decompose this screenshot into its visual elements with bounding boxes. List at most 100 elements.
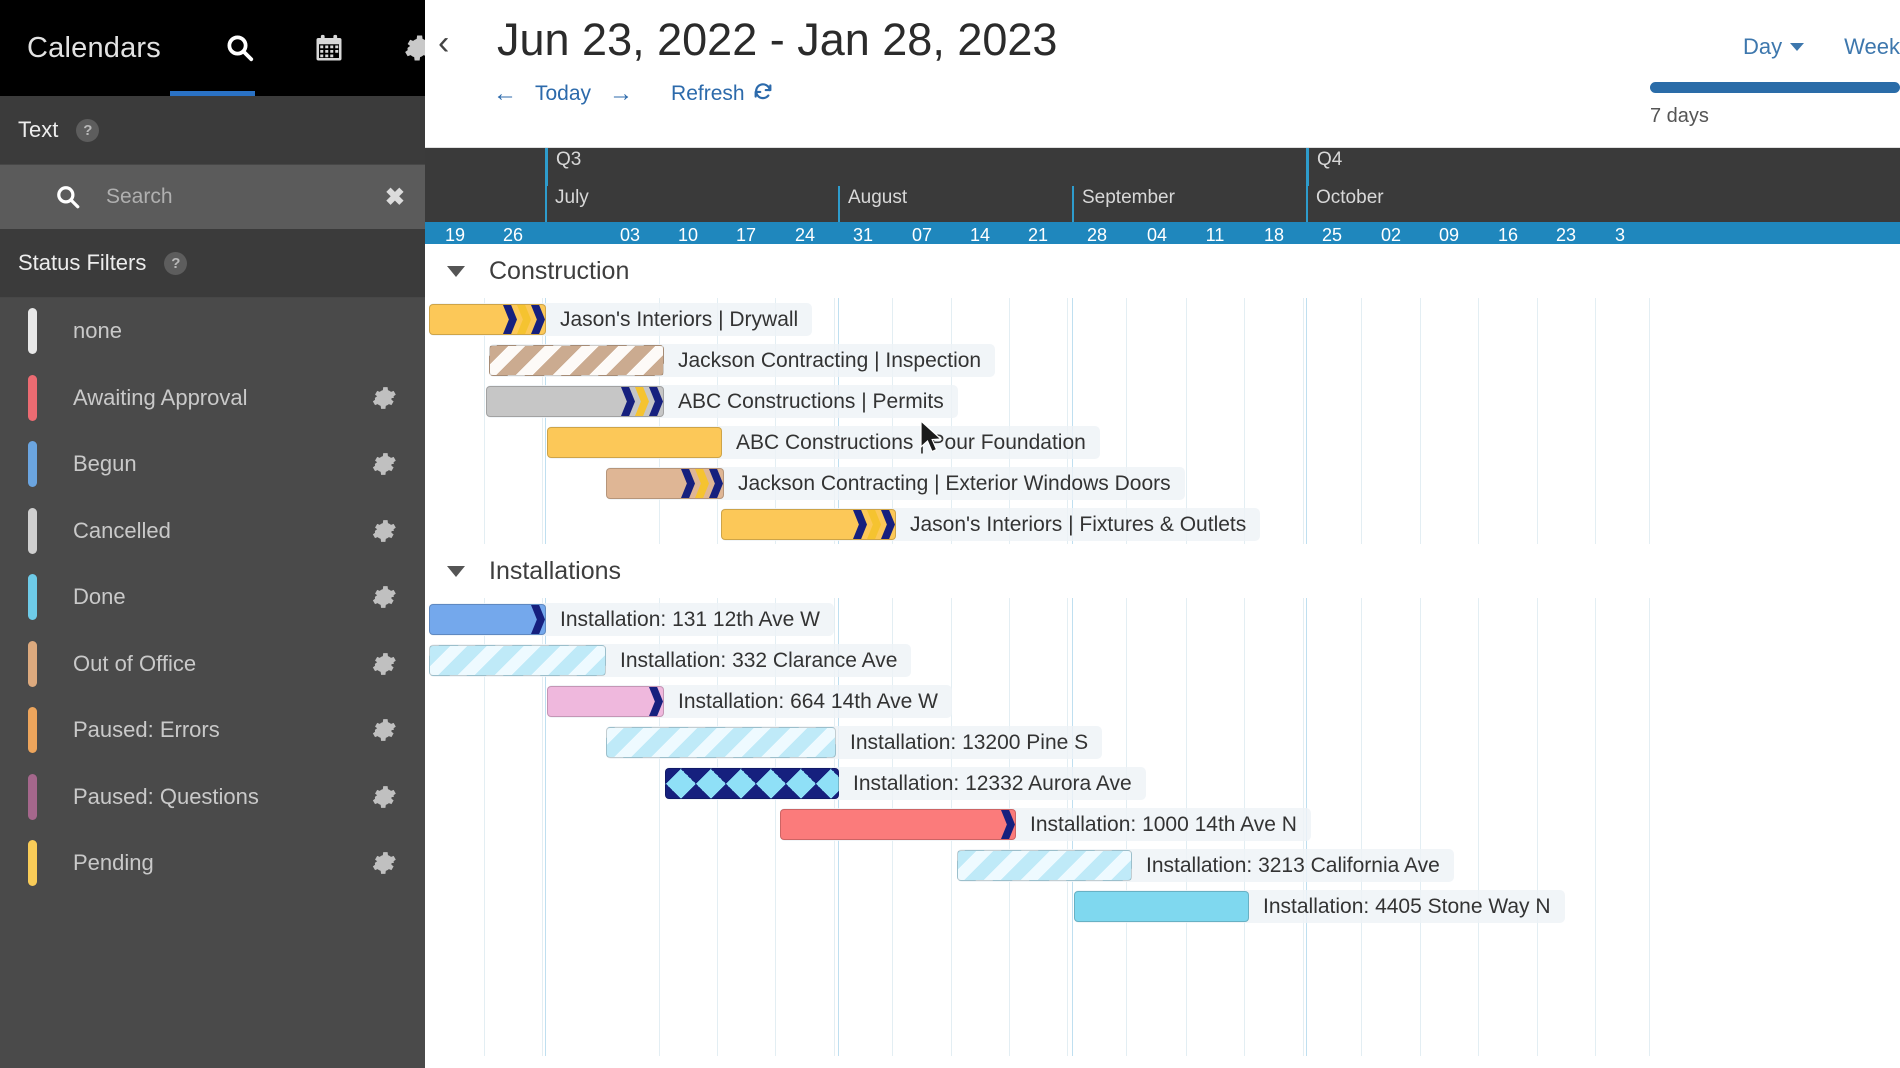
- gear-icon[interactable]: [371, 385, 397, 411]
- gantt-task-row[interactable]: Installation: 13200 Pine S: [425, 721, 1900, 762]
- gantt-task[interactable]: Jackson Contracting | Inspection: [489, 344, 996, 377]
- calendar-icon[interactable]: [312, 31, 346, 65]
- gantt-task[interactable]: Installation: 12332 Aurora Ave: [665, 767, 1146, 800]
- main-header: ‹ Jun 23, 2022 - Jan 28, 2023 ← Today → …: [425, 0, 1900, 148]
- back-chevron-icon[interactable]: ‹: [438, 26, 449, 60]
- view-day-dropdown[interactable]: Day: [1743, 34, 1805, 60]
- gear-icon[interactable]: [371, 717, 397, 743]
- gear-icon[interactable]: [371, 850, 397, 876]
- gantt-task-bar[interactable]: [957, 850, 1132, 881]
- gantt-task-row[interactable]: Installation: 332 Clarance Ave: [425, 639, 1900, 680]
- gantt-rows: Construction Jason's Interiors | Drywall J…: [425, 244, 1900, 926]
- collapse-caret-icon[interactable]: [447, 565, 465, 577]
- gantt-task-bar[interactable]: [1074, 891, 1249, 922]
- refresh-button[interactable]: Refresh: [671, 80, 774, 108]
- gantt-task-row[interactable]: Installation: 4405 Stone Way N: [425, 885, 1900, 926]
- gear-icon[interactable]: [371, 784, 397, 810]
- status-color-swatch: [28, 640, 37, 687]
- text-filter-header: Text ?: [0, 96, 425, 165]
- gantt-task-bar[interactable]: [606, 468, 724, 499]
- status-color-swatch: [28, 574, 37, 621]
- bar-end-chevrons: [531, 605, 545, 634]
- next-period-icon[interactable]: →: [609, 80, 633, 108]
- gear-icon[interactable]: [371, 518, 397, 544]
- gantt-task-label: Installation: 4405 Stone Way N: [1263, 894, 1551, 918]
- status-filter-item[interactable]: Paused: Questions: [0, 764, 425, 831]
- gantt-task-row[interactable]: Installation: 131 12th Ave W: [425, 598, 1900, 639]
- bar-end-chevrons: [853, 510, 895, 539]
- gantt-task-bar[interactable]: [547, 686, 664, 717]
- gantt-task[interactable]: Installation: 332 Clarance Ave: [429, 644, 912, 677]
- gantt-task-bar[interactable]: [489, 345, 664, 376]
- gantt-task-bar[interactable]: [721, 509, 896, 540]
- gantt-task-bar[interactable]: [429, 645, 606, 676]
- gantt-task-row[interactable]: ABC Constructions | Permits: [425, 380, 1900, 421]
- status-filter-item[interactable]: Begun: [0, 431, 425, 498]
- gantt-task[interactable]: Installation: 13200 Pine S: [606, 726, 1103, 759]
- sidebar-topbar: Calendars: [0, 0, 425, 96]
- sidebar-title: Calendars: [27, 31, 161, 64]
- today-button[interactable]: Today: [535, 82, 591, 106]
- status-filter-item[interactable]: Out of Office: [0, 631, 425, 698]
- search-icon[interactable]: [223, 31, 257, 65]
- gantt-task[interactable]: Installation: 664 14th Ave W: [547, 685, 952, 718]
- gantt-task[interactable]: Installation: 131 12th Ave W: [429, 603, 834, 636]
- gantt-group-header[interactable]: Construction: [425, 244, 1900, 298]
- gantt-task[interactable]: Jackson Contracting | Exterior Windows D…: [606, 467, 1185, 500]
- gantt-task-row[interactable]: ABC Constructions | Pour Foundation: [425, 421, 1900, 462]
- zoom-slider[interactable]: [1650, 82, 1900, 93]
- status-filter-label: Pending: [73, 850, 154, 876]
- status-filter-item[interactable]: Done: [0, 564, 425, 631]
- gantt-task[interactable]: ABC Constructions | Permits: [486, 385, 958, 418]
- help-icon[interactable]: ?: [164, 251, 188, 275]
- status-filter-label: Out of Office: [73, 650, 197, 676]
- status-color-swatch: [28, 441, 37, 488]
- gantt-task-bar[interactable]: [780, 809, 1016, 840]
- gantt-task-row[interactable]: Installation: 3213 California Ave: [425, 844, 1900, 885]
- gantt-task-bar[interactable]: [486, 386, 664, 417]
- gear-icon[interactable]: [371, 451, 397, 477]
- gantt-task-row[interactable]: Installation: 12332 Aurora Ave: [425, 762, 1900, 803]
- gantt-task-row[interactable]: Installation: 664 14th Ave W: [425, 680, 1900, 721]
- gantt-task[interactable]: ABC Constructions | Pour Foundation: [547, 426, 1100, 459]
- status-filter-header: Status Filters ?: [0, 229, 425, 298]
- gantt-group-label: Installations: [489, 556, 622, 585]
- gantt-task[interactable]: Jason's Interiors | Fixtures & Outlets: [721, 508, 1261, 541]
- gantt-task-bar[interactable]: [547, 427, 722, 458]
- gantt-group-header[interactable]: Installations: [425, 544, 1900, 598]
- gantt-task[interactable]: Installation: 1000 14th Ave N: [780, 808, 1311, 841]
- timeline-month-tick: September: [1072, 186, 1175, 222]
- view-week-button[interactable]: Week: [1844, 34, 1900, 60]
- gantt-task[interactable]: Installation: 3213 California Ave: [957, 849, 1454, 882]
- gantt-task-row[interactable]: Jason's Interiors | Drywall: [425, 298, 1900, 339]
- status-filter-item[interactable]: Awaiting Approval: [0, 365, 425, 432]
- gear-icon[interactable]: [371, 584, 397, 610]
- gantt-task[interactable]: Jason's Interiors | Drywall: [429, 303, 813, 336]
- gantt-task-row[interactable]: Jackson Contracting | Inspection: [425, 339, 1900, 380]
- gantt-task-label: Installation: 13200 Pine S: [850, 730, 1089, 754]
- status-filter-item[interactable]: Pending: [0, 830, 425, 897]
- gantt-task-bar[interactable]: [429, 604, 546, 635]
- collapse-caret-icon[interactable]: [447, 265, 465, 277]
- clear-search-icon[interactable]: ✖: [385, 183, 405, 212]
- bar-end-chevrons: [621, 387, 663, 416]
- gantt-task-bar[interactable]: [606, 727, 836, 758]
- search-input[interactable]: [106, 185, 385, 209]
- timeline-header: Q3 Q4 July August September October 19 26 03 10…: [425, 148, 1900, 248]
- status-color-swatch: [28, 308, 37, 355]
- gantt-body[interactable]: Construction Jason's Interiors | Drywall J…: [425, 244, 1900, 1056]
- gantt-task-bar[interactable]: [665, 768, 839, 799]
- gantt-task-row[interactable]: Jackson Contracting | Exterior Windows D…: [425, 462, 1900, 503]
- gantt-task-bar[interactable]: [429, 304, 546, 335]
- status-filter-item[interactable]: Cancelled: [0, 498, 425, 565]
- status-filter-item[interactable]: none: [0, 298, 425, 365]
- help-icon[interactable]: ?: [76, 118, 100, 142]
- prev-period-icon[interactable]: ←: [493, 80, 517, 108]
- search-bar[interactable]: ✖: [0, 165, 425, 229]
- gantt-task-row[interactable]: Installation: 1000 14th Ave N: [425, 803, 1900, 844]
- gear-icon[interactable]: [371, 651, 397, 677]
- gantt-task[interactable]: Installation: 4405 Stone Way N: [1074, 890, 1565, 923]
- status-filter-item[interactable]: Paused: Errors: [0, 697, 425, 764]
- gear-icon[interactable]: [401, 31, 425, 65]
- gantt-task-row[interactable]: Jason's Interiors | Fixtures & Outlets: [425, 503, 1900, 544]
